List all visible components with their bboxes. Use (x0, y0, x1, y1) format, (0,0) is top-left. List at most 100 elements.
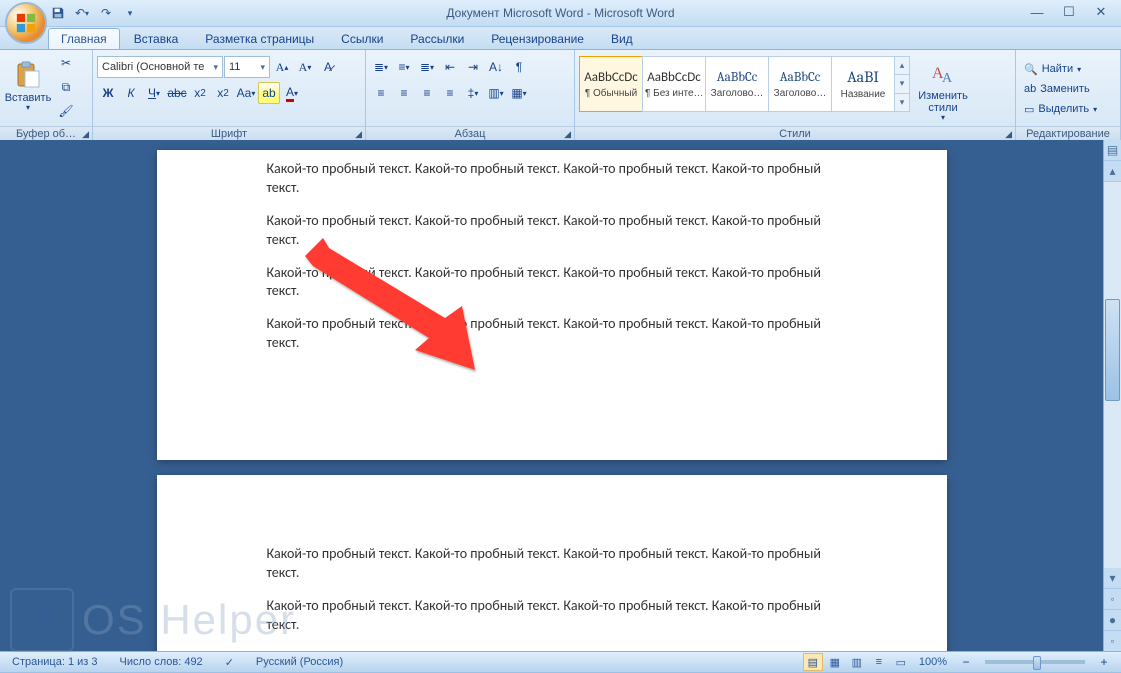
copy-icon[interactable]: ⧉ (55, 76, 77, 98)
cut-icon[interactable]: ✂ (55, 52, 77, 74)
font-name-combo[interactable]: Calibri (Основной те▾ (97, 56, 223, 78)
status-language[interactable]: Русский (Россия) (250, 656, 349, 668)
bullets-icon[interactable]: ≣▾ (370, 56, 392, 78)
minimize-button[interactable]: — (1021, 2, 1053, 22)
style-heading1[interactable]: AaBbCcЗаголово… (705, 56, 769, 112)
zoom-out-icon[interactable]: − (955, 651, 977, 673)
change-styles-button[interactable]: AA Изменить стили▾ (913, 56, 973, 124)
justify-icon[interactable]: ≡ (439, 82, 461, 104)
zoom-thumb[interactable] (1033, 656, 1041, 670)
qat-customize-icon[interactable]: ▾ (120, 3, 140, 23)
status-proofing-icon[interactable]: ✓ (219, 656, 240, 669)
tab-view[interactable]: Вид (598, 28, 646, 49)
ruler-toggle-icon[interactable]: ▤ (1104, 140, 1121, 161)
save-icon[interactable] (48, 3, 68, 23)
status-page[interactable]: Страница: 1 из 3 (6, 656, 104, 668)
superscript-icon[interactable]: x2 (212, 82, 234, 104)
paste-button[interactable]: Вставить ▾ (4, 52, 52, 120)
highlight-icon[interactable]: ab (258, 82, 280, 104)
paragraph-text[interactable]: Какой-то пробный текст. Какой-то пробный… (267, 160, 837, 198)
tab-page-layout[interactable]: Разметка страницы (192, 28, 327, 49)
style-heading2[interactable]: AaBbCcЗаголово… (768, 56, 832, 112)
paragraph-text[interactable]: Какой-то пробный текст. Какой-то пробный… (267, 212, 837, 250)
select-button[interactable]: ▭Выделить▾ (1020, 99, 1101, 119)
view-web-icon[interactable]: ▥ (847, 653, 867, 671)
tab-review[interactable]: Рецензирование (478, 28, 597, 49)
paragraph-text[interactable]: Какой-то пробный текст. Какой-то пробный… (267, 264, 837, 302)
find-button[interactable]: 🔍Найти▾ (1020, 59, 1085, 79)
borders-icon[interactable]: ▦▾ (508, 82, 530, 104)
decrease-indent-icon[interactable]: ⇤ (439, 56, 461, 78)
align-center-icon[interactable]: ≡ (393, 82, 415, 104)
document-area[interactable]: Какой-то пробный текст. Какой-то пробный… (0, 140, 1103, 652)
shrink-font-icon[interactable]: A▾ (294, 56, 316, 78)
line-spacing-icon[interactable]: ‡▾ (462, 82, 484, 104)
zoom-level[interactable]: 100% (913, 656, 953, 668)
show-marks-icon[interactable]: ¶ (508, 56, 530, 78)
tab-references[interactable]: Ссылки (328, 28, 396, 49)
style-title[interactable]: AaBIНазвание (831, 56, 895, 112)
dialog-launcher-icon[interactable]: ◢ (1005, 129, 1012, 140)
shading-icon[interactable]: ▥▾ (485, 82, 507, 104)
bold-icon[interactable]: Ж (97, 82, 119, 104)
strike-icon[interactable]: abc (166, 82, 188, 104)
group-paragraph: ≣▾ ≡▾ ≣▾ ⇤ ⇥ A↓ ¶ ≡ ≡ ≡ ≡ ‡▾ ▥▾ ▦▾ Абзац… (366, 50, 575, 142)
gallery-up-icon[interactable]: ▴ (895, 57, 909, 75)
maximize-button[interactable]: ☐ (1053, 2, 1085, 22)
redo-icon[interactable]: ↷ (96, 3, 116, 23)
replace-button[interactable]: abЗаменить (1020, 79, 1094, 99)
dialog-launcher-icon[interactable]: ◢ (82, 129, 89, 140)
view-print-layout-icon[interactable]: ▤ (803, 653, 823, 671)
font-size-combo[interactable]: 11▾ (224, 56, 270, 78)
gallery-scroll[interactable]: ▴▾▾ (894, 56, 910, 112)
scroll-down-icon[interactable]: ▾ (1104, 568, 1121, 589)
align-right-icon[interactable]: ≡ (416, 82, 438, 104)
sort-icon[interactable]: A↓ (485, 56, 507, 78)
scroll-track[interactable] (1104, 182, 1121, 568)
italic-icon[interactable]: К (120, 82, 142, 104)
increase-indent-icon[interactable]: ⇥ (462, 56, 484, 78)
font-color-icon[interactable]: A▾ (281, 82, 303, 104)
view-full-screen-icon[interactable]: ▦ (825, 653, 845, 671)
vertical-scrollbar[interactable]: ▤ ▴ ▾ ◦ ● ◦ (1103, 140, 1121, 652)
tab-mailings[interactable]: Рассылки (397, 28, 477, 49)
undo-icon[interactable]: ↶▾ (72, 3, 92, 23)
page-2[interactable]: Какой-то пробный текст. Какой-то пробный… (157, 475, 947, 652)
style-no-spacing[interactable]: AaBbCcDc¶ Без инте… (642, 56, 706, 112)
scroll-up-icon[interactable]: ▴ (1104, 161, 1121, 182)
dialog-launcher-icon[interactable]: ◢ (355, 129, 362, 140)
change-styles-icon: AA (928, 58, 958, 88)
gallery-down-icon[interactable]: ▾ (895, 75, 909, 93)
style-normal[interactable]: AaBbCcDc¶ Обычный (579, 56, 643, 112)
clear-formatting-icon[interactable]: A̷ (317, 56, 339, 78)
status-words[interactable]: Число слов: 492 (114, 656, 209, 668)
paragraph-text[interactable]: Какой-то пробный текст. Какой-то пробный… (267, 315, 837, 353)
prev-page-icon[interactable]: ◦ (1104, 589, 1121, 610)
group-editing: 🔍Найти▾ abЗаменить ▭Выделить▾ Редактиров… (1016, 50, 1121, 142)
view-outline-icon[interactable]: ≡ (869, 653, 889, 671)
subscript-icon[interactable]: x2 (189, 82, 211, 104)
next-page-icon[interactable]: ◦ (1104, 631, 1121, 652)
close-button[interactable]: ✕ (1085, 2, 1117, 22)
format-painter-icon[interactable]: 🖌 (55, 100, 77, 122)
office-button[interactable] (5, 2, 47, 44)
grow-font-icon[interactable]: A▴ (271, 56, 293, 78)
tab-insert[interactable]: Вставка (121, 28, 192, 49)
page-1[interactable]: Какой-то пробный текст. Какой-то пробный… (157, 150, 947, 460)
group-styles: AaBbCcDc¶ Обычный AaBbCcDc¶ Без инте… Aa… (575, 50, 1016, 142)
zoom-slider[interactable] (985, 660, 1085, 664)
tab-home[interactable]: Главная (48, 28, 120, 49)
numbering-icon[interactable]: ≡▾ (393, 56, 415, 78)
paragraph-text[interactable]: Какой-то пробный текст. Какой-то пробный… (267, 597, 837, 635)
dialog-launcher-icon[interactable]: ◢ (564, 129, 571, 140)
scroll-thumb[interactable] (1105, 299, 1120, 401)
browse-object-icon[interactable]: ● (1104, 610, 1121, 631)
align-left-icon[interactable]: ≡ (370, 82, 392, 104)
zoom-in-icon[interactable]: + (1093, 651, 1115, 673)
view-draft-icon[interactable]: ▭ (891, 653, 911, 671)
gallery-more-icon[interactable]: ▾ (895, 94, 909, 111)
paragraph-text[interactable]: Какой-то пробный текст. Какой-то пробный… (267, 545, 837, 583)
multilevel-icon[interactable]: ≣▾ (416, 56, 438, 78)
change-case-icon[interactable]: Aa▾ (235, 82, 257, 104)
underline-icon[interactable]: Ч▾ (143, 82, 165, 104)
